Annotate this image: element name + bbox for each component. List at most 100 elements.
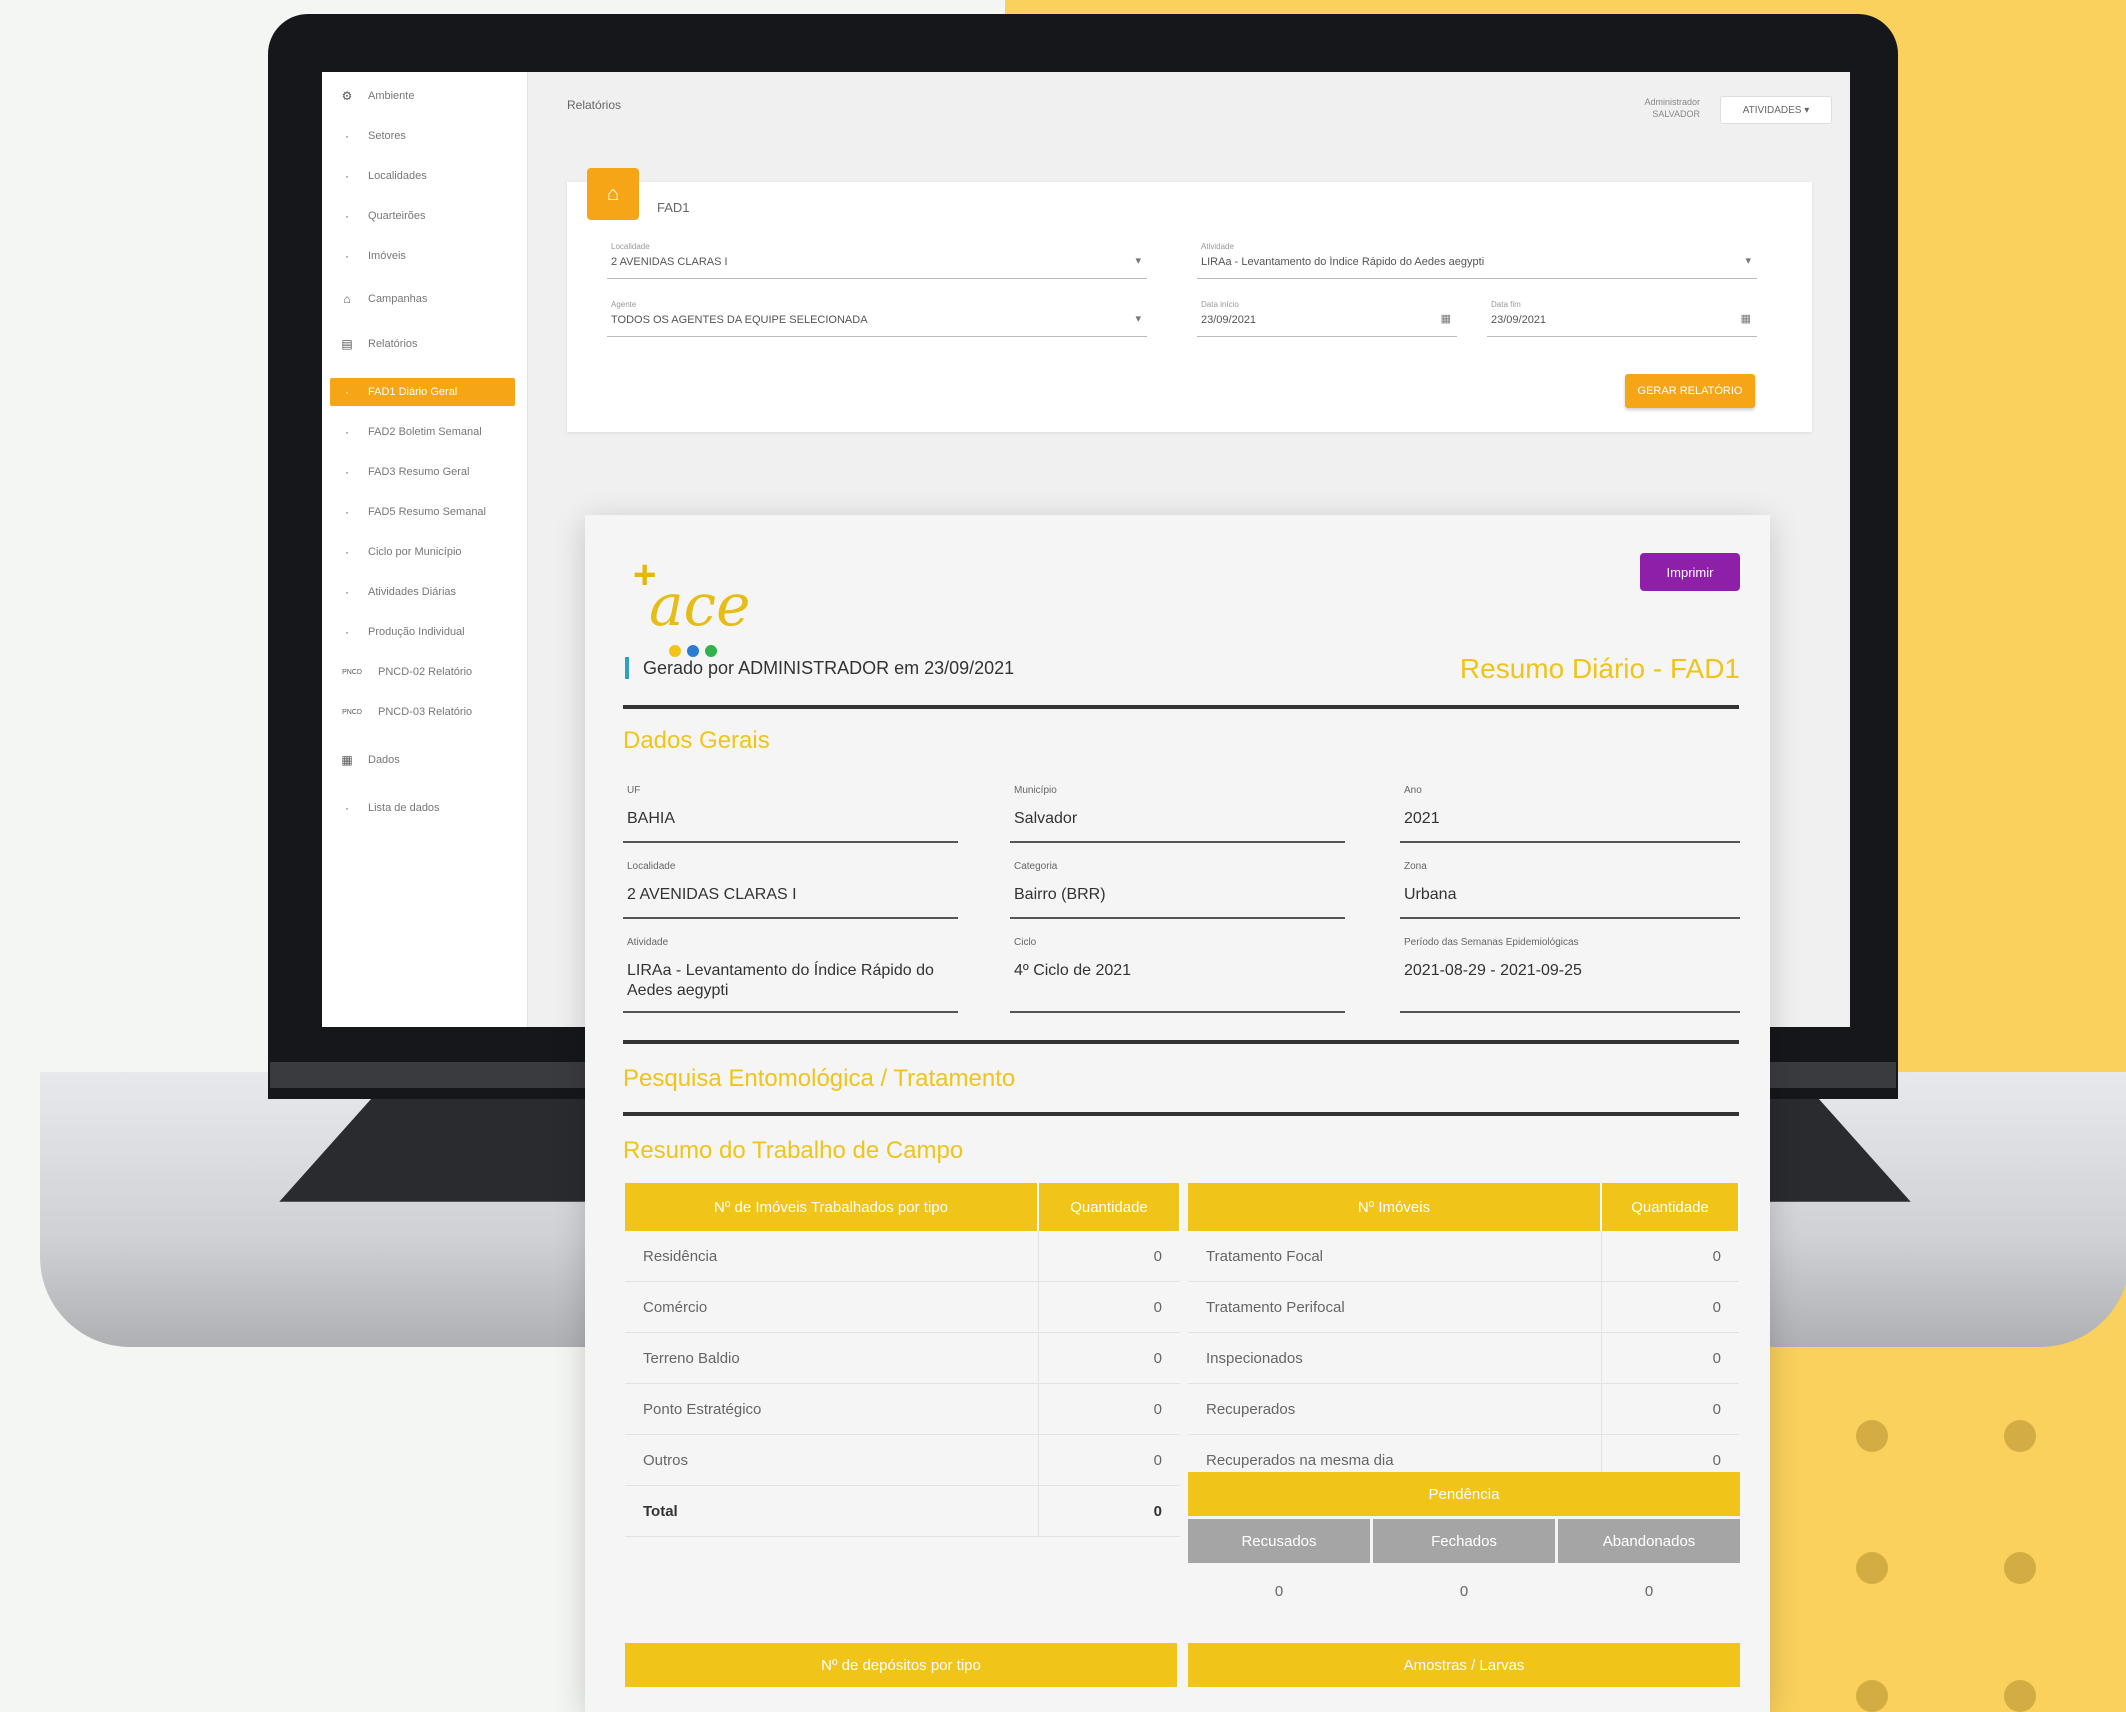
pncd-icon: PNCD xyxy=(342,708,362,716)
user-menu-button[interactable]: ATIVIDADES ▾ xyxy=(1720,96,1832,124)
sidebar-item-label: FAD1 Diário Geral xyxy=(368,386,458,398)
field-value: TODOS OS AGENTES DA EQUIPE SELECIONADA xyxy=(611,314,868,326)
field-label: Período das Semanas Epidemiológicas xyxy=(1404,937,1579,948)
sidebar-item[interactable]: PNCD PNCD-02 Relatório xyxy=(330,658,515,686)
sidebar-item[interactable]: · FAD1 Diário Geral xyxy=(330,378,515,406)
agent-select[interactable]: Agente TODOS OS AGENTES DA EQUIPE SELECI… xyxy=(607,300,1147,337)
field-label: Agente xyxy=(611,300,637,309)
field-label: Zona xyxy=(1404,861,1427,872)
sidebar-item-label: FAD2 Boletim Semanal xyxy=(368,426,482,438)
sidebar-item-label: Quarteirões xyxy=(368,210,426,222)
field-label: Data início xyxy=(1201,300,1239,309)
table-row: Tratamento Focal 0 xyxy=(1188,1231,1739,1282)
field-value: 4º Ciclo de 2021 xyxy=(1014,962,1132,979)
activity-select[interactable]: Atividade LIRAa - Levantamento do Índice… xyxy=(1197,242,1757,279)
sidebar-item[interactable]: · Localidades xyxy=(330,162,515,190)
field-value: 2021 xyxy=(1404,810,1440,827)
row-quantity: 0 xyxy=(1600,1231,1739,1282)
ace-logo: + ace xyxy=(633,555,750,657)
field-label: Ciclo xyxy=(1014,937,1037,948)
deposits-by-type-header: Nº de depósitos por tipo xyxy=(625,1643,1177,1687)
bullet-icon: · xyxy=(345,585,349,599)
start-date-field[interactable]: Data início 23/09/2021 ▦ xyxy=(1197,300,1457,337)
sidebar-item[interactable]: · FAD3 Resumo Geral xyxy=(330,458,515,486)
field-value: LIRAa - Levantamento do Índice Rápido do… xyxy=(1201,256,1485,268)
card-title: FAD1 xyxy=(657,200,690,215)
bullet-icon: · xyxy=(345,169,349,183)
samples-larvae-header: Amostras / Larvas xyxy=(1188,1643,1740,1687)
locality-select[interactable]: Localidade 2 AVENIDAS CLARAS I ▾ xyxy=(607,242,1147,279)
bullet-icon: · xyxy=(345,801,349,815)
row-quantity: 0 xyxy=(1600,1281,1739,1333)
calendar-icon[interactable]: ▦ xyxy=(1441,312,1451,325)
breadcrumb: Relatórios xyxy=(567,98,622,112)
pending-value: 0 xyxy=(1644,1583,1654,1600)
section-summary-title: Resumo do Trabalho de Campo xyxy=(623,1137,964,1164)
sidebar-item[interactable]: · Imóveis xyxy=(330,242,515,270)
calendar-icon: ▤ xyxy=(341,337,353,351)
sidebar-item-label: Ciclo por Município xyxy=(368,546,462,558)
row-quantity: 0 xyxy=(1037,1281,1180,1333)
decor-dot xyxy=(1856,1420,1888,1452)
field-value: Urbana xyxy=(1404,886,1457,903)
report-card: + ace Imprimir Gerado por ADMINISTRADOR … xyxy=(585,515,1770,1712)
divider xyxy=(623,1112,1739,1116)
row-label: Terreno Baldio xyxy=(625,1332,1038,1384)
chevron-down-icon: ▾ xyxy=(1135,313,1141,325)
sidebar-item[interactable]: ▤ Relatórios xyxy=(330,330,515,358)
row-quantity: 0 xyxy=(1037,1332,1180,1384)
field-value: Salvador xyxy=(1014,810,1078,827)
row-quantity: 0 xyxy=(1037,1434,1180,1486)
gear-icon: ⚙ xyxy=(341,89,353,103)
sidebar-item[interactable]: PNCD PNCD-03 Relatório xyxy=(330,698,515,726)
sidebar-item[interactable]: ▦ Dados xyxy=(330,746,515,774)
sidebar-item-label: FAD5 Resumo Semanal xyxy=(368,506,486,518)
field-label: Localidade xyxy=(611,242,650,251)
decor-dot xyxy=(1856,1552,1888,1584)
pncd-icon: PNCD xyxy=(342,668,362,676)
bullet-icon: · xyxy=(345,249,349,263)
sidebar-item[interactable]: ⚙ Ambiente xyxy=(330,82,515,110)
sidebar-item[interactable]: · Lista de dados xyxy=(330,794,515,822)
end-date-field[interactable]: Data fim 23/09/2021 ▦ xyxy=(1487,300,1757,337)
sidebar-item-label: PNCD-03 Relatório xyxy=(378,706,473,718)
pending-column-header: Abandonados xyxy=(1558,1519,1740,1563)
field-value: BAHIA xyxy=(627,810,676,827)
table-row: Ponto Estratégico 0 xyxy=(625,1383,1180,1435)
generate-report-button[interactable]: GERAR RELATÓRIO xyxy=(1625,374,1755,408)
report-title: Resumo Diário - FAD1 xyxy=(1459,653,1740,684)
bullet-icon: · xyxy=(345,129,349,143)
sidebar-item[interactable]: · Ciclo por Município xyxy=(330,538,515,566)
sidebar-item[interactable]: · Produção Individual xyxy=(330,618,515,646)
row-label: Comércio xyxy=(625,1281,1038,1333)
report-field: UF BAHIA xyxy=(623,785,958,843)
section-general-title: Dados Gerais xyxy=(623,727,770,754)
print-button[interactable]: Imprimir xyxy=(1640,553,1740,591)
generated-by-text: Gerado por ADMINISTRADOR em 23/09/2021 xyxy=(625,657,1014,679)
sidebar-item-label: Ambiente xyxy=(368,90,415,102)
pending-value: 0 xyxy=(1274,1583,1284,1600)
section-research-title: Pesquisa Entomológica / Tratamento xyxy=(623,1065,1016,1092)
row-label: Tratamento Focal xyxy=(1188,1231,1601,1282)
calendar-icon[interactable]: ▦ xyxy=(1741,312,1751,325)
field-value: 2 AVENIDAS CLARAS I xyxy=(611,256,728,268)
sidebar-item[interactable]: · FAD2 Boletim Semanal xyxy=(330,418,515,446)
sidebar-item[interactable]: · Setores xyxy=(330,122,515,150)
row-label: Tratamento Perifocal xyxy=(1188,1281,1601,1333)
sidebar-item-label: Relatórios xyxy=(368,338,418,350)
sidebar-item[interactable]: · Atividades Diárias xyxy=(330,578,515,606)
total-value: 0 xyxy=(1037,1485,1180,1537)
field-value: LIRAa - Levantamento do Índice Rápido do… xyxy=(627,962,934,999)
table-row: Inspecionados 0 xyxy=(1188,1332,1739,1384)
bullet-icon: · xyxy=(345,625,349,639)
table-row: Outros 0 xyxy=(625,1434,1180,1486)
sidebar-item[interactable]: ⌂ Campanhas xyxy=(330,285,515,313)
field-label: Data fim xyxy=(1491,300,1521,309)
row-quantity: 0 xyxy=(1600,1383,1739,1435)
sidebar-item-label: FAD3 Resumo Geral xyxy=(368,466,470,478)
pending-column-header: Fechados xyxy=(1373,1519,1555,1563)
sidebar-item[interactable]: · Quarteirões xyxy=(330,202,515,230)
sidebar: ⚙ Ambiente · Setores · Localidades · Quarteirõe… xyxy=(322,72,528,1027)
row-quantity: 0 xyxy=(1037,1231,1180,1282)
sidebar-item[interactable]: · FAD5 Resumo Semanal xyxy=(330,498,515,526)
